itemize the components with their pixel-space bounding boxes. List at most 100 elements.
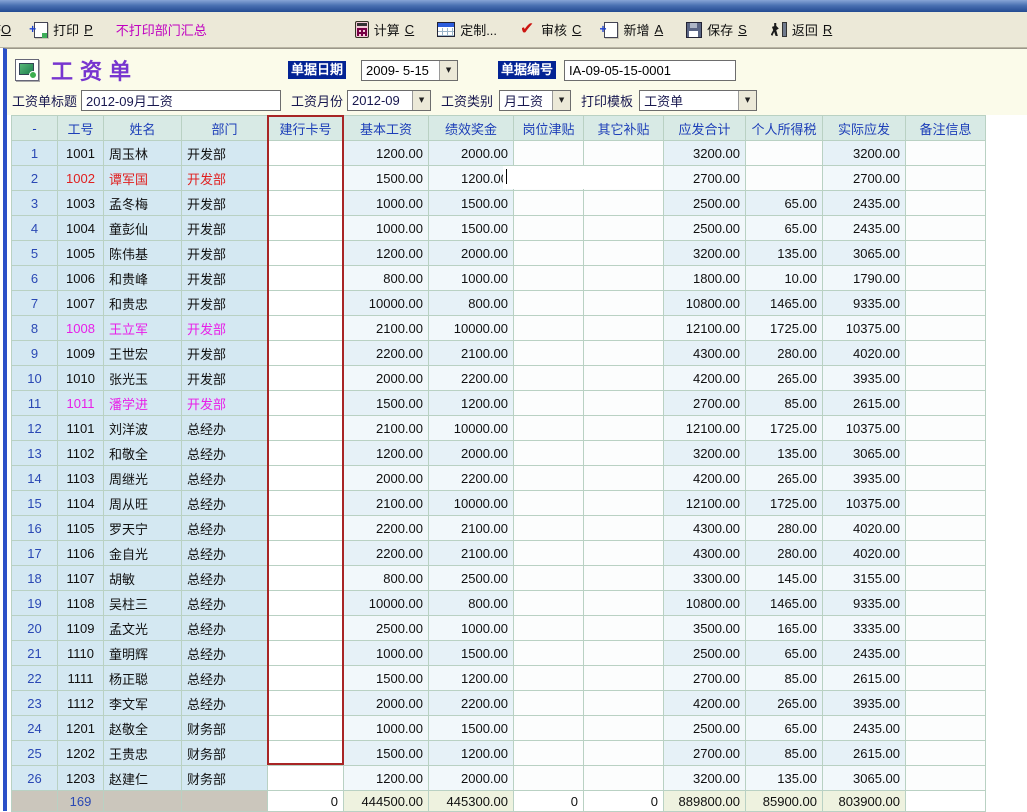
cell-num[interactable]: 16 (12, 516, 58, 541)
cell-note[interactable] (906, 691, 986, 716)
cell-num[interactable]: 1 (12, 141, 58, 166)
cell-bonus[interactable]: 2000.00 (429, 141, 514, 166)
cell-base[interactable]: 2100.00 (344, 316, 429, 341)
cell-num[interactable]: 3 (12, 191, 58, 216)
cell-note[interactable] (906, 166, 986, 191)
cell-id[interactable]: 1201 (58, 716, 104, 741)
cell-card[interactable] (268, 541, 344, 566)
cell-dept[interactable]: 总经办 (182, 691, 268, 716)
cell-post[interactable] (514, 391, 584, 416)
cell-post[interactable] (514, 516, 584, 541)
cell-bonus[interactable]: 2200.00 (429, 366, 514, 391)
cell-other[interactable] (584, 316, 664, 341)
cell-base[interactable]: 2200.00 (344, 516, 429, 541)
column-header-base[interactable]: 基本工资 (344, 116, 429, 141)
cell-net[interactable]: 3200.00 (823, 141, 906, 166)
cell-dept[interactable]: 开发部 (182, 141, 268, 166)
cell-net[interactable]: 2615.00 (823, 741, 906, 766)
cell-other[interactable] (584, 541, 664, 566)
cell-other[interactable] (584, 291, 664, 316)
cell-base[interactable]: 2000.00 (344, 691, 429, 716)
cell-name[interactable]: 谭军国 (104, 166, 182, 191)
cell-net[interactable]: 4020.00 (823, 341, 906, 366)
cell-other[interactable] (584, 516, 664, 541)
cell-total[interactable]: 2700.00 (664, 666, 746, 691)
cell-total[interactable]: 3200.00 (664, 141, 746, 166)
cell-note[interactable] (906, 566, 986, 591)
cell-total[interactable]: 12100.00 (664, 416, 746, 441)
cell-card[interactable] (268, 416, 344, 441)
cell-card[interactable] (268, 266, 344, 291)
cell-tax[interactable]: 1725.00 (746, 416, 823, 441)
cell-bonus[interactable]: 1200.00 (429, 166, 514, 191)
cell-other[interactable] (584, 266, 664, 291)
cell-tax[interactable]: 65.00 (746, 191, 823, 216)
cell-id[interactable]: 1002 (58, 166, 104, 191)
cell-base[interactable]: 2100.00 (344, 416, 429, 441)
cell-total[interactable]: 10800.00 (664, 291, 746, 316)
column-header-post[interactable]: 岗位津贴 (514, 116, 584, 141)
cell-bonus[interactable]: 1500.00 (429, 641, 514, 666)
cell-card[interactable] (268, 566, 344, 591)
column-header-total[interactable]: 应发合计 (664, 116, 746, 141)
cell-tax[interactable]: 10.00 (746, 266, 823, 291)
cell-base[interactable]: 1500.00 (344, 166, 429, 191)
title-input[interactable]: 2012-09月工资 (81, 90, 281, 111)
cell-dept[interactable]: 开发部 (182, 341, 268, 366)
cell-num[interactable]: 26 (12, 766, 58, 791)
cell-other[interactable] (584, 191, 664, 216)
cell-dept[interactable]: 开发部 (182, 216, 268, 241)
cell-id[interactable]: 1106 (58, 541, 104, 566)
cell-name[interactable]: 刘洋波 (104, 416, 182, 441)
cell-other[interactable] (584, 466, 664, 491)
cell-dept[interactable]: 开发部 (182, 241, 268, 266)
cell-name[interactable]: 王立军 (104, 316, 182, 341)
column-header-name[interactable]: 姓名 (104, 116, 182, 141)
cell-card[interactable] (268, 366, 344, 391)
cell-post[interactable] (514, 691, 584, 716)
cell-other[interactable] (584, 366, 664, 391)
cell-tax[interactable] (746, 141, 823, 166)
cell-bonus[interactable]: 1200.00 (429, 741, 514, 766)
column-header-net[interactable]: 实际应发 (823, 116, 906, 141)
cell-dept[interactable]: 总经办 (182, 641, 268, 666)
cell-base[interactable]: 1000.00 (344, 716, 429, 741)
cell-net[interactable]: 9335.00 (823, 291, 906, 316)
cell-bonus[interactable]: 2500.00 (429, 566, 514, 591)
cell-note[interactable] (906, 541, 986, 566)
cell-post[interactable] (514, 441, 584, 466)
cell-dept[interactable]: 总经办 (182, 566, 268, 591)
cell-card[interactable] (268, 491, 344, 516)
cell-base[interactable]: 1000.00 (344, 641, 429, 666)
cell-bonus[interactable]: 1200.00 (429, 391, 514, 416)
cell-name[interactable]: 吴柱三 (104, 591, 182, 616)
cell-note[interactable] (906, 241, 986, 266)
cell-tax[interactable]: 1465.00 (746, 291, 823, 316)
chevron-down-icon[interactable] (552, 91, 570, 110)
cell-bonus[interactable]: 1500.00 (429, 716, 514, 741)
cell-num[interactable]: 12 (12, 416, 58, 441)
chevron-down-icon[interactable] (738, 91, 756, 110)
cell-id[interactable]: 1105 (58, 516, 104, 541)
cell-note[interactable] (906, 491, 986, 516)
cell-base[interactable]: 2000.00 (344, 366, 429, 391)
cell-other[interactable] (584, 666, 664, 691)
cell-post[interactable] (514, 616, 584, 641)
cell-other[interactable] (584, 691, 664, 716)
cell-note[interactable] (906, 616, 986, 641)
cell-total[interactable]: 1800.00 (664, 266, 746, 291)
cell-note[interactable] (906, 416, 986, 441)
cell-note[interactable] (906, 716, 986, 741)
toolbar-button-partial[interactable]: FO (0, 22, 11, 37)
cell-base[interactable]: 1200.00 (344, 141, 429, 166)
cell-base[interactable]: 1000.00 (344, 191, 429, 216)
cell-total[interactable]: 2500.00 (664, 216, 746, 241)
cell-tax[interactable]: 1725.00 (746, 316, 823, 341)
cell-card[interactable] (268, 616, 344, 641)
chevron-down-icon[interactable] (412, 91, 430, 110)
template-combo[interactable]: 工资单 (639, 90, 757, 111)
cell-id[interactable]: 1006 (58, 266, 104, 291)
cell-total[interactable]: 12100.00 (664, 491, 746, 516)
cell-id[interactable]: 1008 (58, 316, 104, 341)
cell-num[interactable]: 14 (12, 466, 58, 491)
